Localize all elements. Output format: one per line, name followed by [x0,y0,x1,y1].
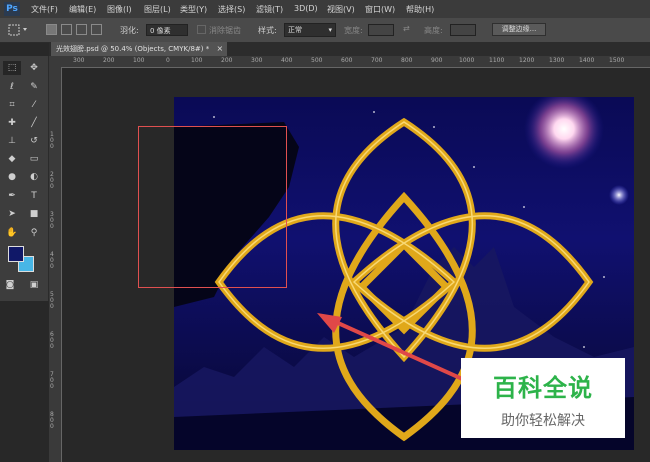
feather-label: 羽化: [120,26,139,35]
blur-icon[interactable]: ● [3,170,21,184]
path-select-icon[interactable]: ➤ [3,207,21,221]
refine-edge-button[interactable]: 调整边缘... [492,23,546,36]
width-label: 宽度: [344,26,363,35]
vertical-ruler[interactable]: 1 0 0 2 0 0 3 0 0 4 0 0 5 0 0 6 0 0 7 0 … [49,67,62,462]
menu-edit[interactable]: 编辑(E) [69,4,96,15]
menu-select[interactable]: 选择(S) [218,4,245,15]
document-tab[interactable]: 光效翅膀.psd @ 50.4% (Objects, CMYK/8#) * × [51,42,228,56]
screen-mode-icon[interactable]: ▣ [25,278,43,292]
menu-help[interactable]: 帮助(H) [406,4,434,15]
ruler-tick: 200 [103,57,115,64]
ruler-tick: 500 [311,57,323,64]
menu-type[interactable]: 类型(Y) [180,4,207,15]
menu-window[interactable]: 窗口(W) [365,4,395,15]
style-select[interactable]: 正常 ▾ [284,23,336,37]
ruler-tick: 200 [221,57,233,64]
watermark-title: 百科全说 [493,374,593,402]
rectangle-icon[interactable]: ■ [25,207,43,221]
height-input[interactable] [450,24,476,36]
ruler-tick: 4 0 0 [50,251,54,270]
ruler-tick: 1300 [549,57,565,64]
feather-input[interactable]: 0 像素 [146,24,188,36]
healing-icon[interactable]: ✚ [3,116,21,130]
ruler-corner [49,56,61,67]
height-label: 高度: [424,26,443,35]
intersect-selection-icon[interactable] [91,24,102,35]
style-select-value: 正常 [288,26,302,34]
antialias-checkbox[interactable] [197,25,206,34]
menu-3d[interactable]: 3D(D) [294,4,318,13]
ruler-tick: 1400 [579,57,595,64]
crop-icon[interactable]: ⌗ [3,98,21,112]
menu-file[interactable]: 文件(F) [31,4,58,15]
ruler-tick: 700 [371,57,383,64]
add-selection-icon[interactable] [61,24,72,35]
style-label: 样式: [258,26,277,35]
selection-marquee[interactable] [138,126,287,288]
ruler-tick: 800 [401,57,413,64]
horizontal-ruler[interactable]: 300 200 100 0 100 200 300 400 500 600 70… [61,56,650,68]
small-glow [609,185,629,205]
dodge-icon[interactable]: ◐ [25,170,43,184]
ruler-tick: 1100 [489,57,505,64]
antialias-label: 消除锯齿 [209,26,241,35]
move-icon[interactable]: ✥ [25,61,43,75]
marquee-icon[interactable]: ⬚ [3,61,21,75]
menu-image[interactable]: 图像(I) [107,4,132,15]
lasso-icon[interactable]: ℓ [3,80,21,94]
close-icon[interactable]: × [217,42,224,56]
menu-view[interactable]: 视图(V) [327,4,355,15]
gradient-icon[interactable]: ▭ [25,152,43,166]
ruler-tick: 7 0 0 [50,371,54,390]
subtract-selection-icon[interactable] [76,24,87,35]
chevron-down-icon: ▾ [328,26,332,34]
ruler-tick: 600 [341,57,353,64]
document-tab-bar: 光效翅膀.psd @ 50.4% (Objects, CMYK/8#) * × [49,42,650,56]
watermark: 百科全说 助你轻松解决 [461,358,625,438]
pen-icon[interactable]: ✒ [3,189,21,203]
ruler-tick: 300 [73,57,85,64]
ruler-tick: 300 [251,57,263,64]
ruler-tick: 100 [133,57,145,64]
ruler-tick: 0 [166,57,170,64]
swap-icon[interactable]: ⇄ [403,24,410,33]
zoom-icon[interactable]: ⚲ [25,226,43,240]
hand-icon[interactable]: ✋ [3,226,21,240]
ruler-tick: 1200 [519,57,535,64]
new-selection-icon[interactable] [46,24,57,35]
quick-select-icon[interactable]: ✎ [25,80,43,94]
brush-icon[interactable]: ╱ [25,116,43,130]
options-bar: 羽化: 0 像素 消除锯齿 样式: 正常 ▾ 宽度: ⇄ 高度: 调整边缘... [0,18,650,43]
ruler-tick: 2 0 0 [50,171,54,190]
ruler-tick: 100 [191,57,203,64]
ruler-tick: 1 0 0 [50,131,54,150]
ruler-tick: 5 0 0 [50,291,54,310]
ruler-tick: 1000 [459,57,475,64]
ps-logo: Ps [4,2,20,16]
ruler-tick: 8 0 0 [50,411,54,430]
clone-stamp-icon[interactable]: ⊥ [3,134,21,148]
ruler-tick: 3 0 0 [50,211,54,230]
ruler-tick: 6 0 0 [50,331,54,350]
history-brush-icon[interactable]: ↺ [25,134,43,148]
document-tab-title: 光效翅膀.psd @ 50.4% (Objects, CMYK/8#) * [56,45,210,53]
tools-panel: ⬚ ✥ ℓ ✎ ⌗ ⁄ ✚ ╱ ⊥ ↺ ◆ ▭ ● ◐ ✒ T ➤ ■ ✋ ⚲ … [0,56,49,301]
eyedropper-icon[interactable]: ⁄ [25,98,43,112]
width-input[interactable] [368,24,394,36]
marquee-preset-icon[interactable] [8,24,30,36]
watermark-subtitle: 助你轻松解决 [501,413,585,429]
menu-bar: Ps 文件(F) 编辑(E) 图像(I) 图层(L) 类型(Y) 选择(S) 滤… [0,0,650,18]
foreground-color-swatch[interactable] [8,246,24,262]
menu-layer[interactable]: 图层(L) [144,4,171,15]
type-icon[interactable]: T [25,189,43,203]
ruler-tick: 1500 [609,57,625,64]
ruler-tick: 400 [281,57,293,64]
menu-filter[interactable]: 滤镜(T) [256,4,283,15]
eraser-icon[interactable]: ◆ [3,152,21,166]
star-glow [524,97,604,169]
quick-mask-icon[interactable]: ◙ [3,278,17,292]
ruler-tick: 900 [431,57,443,64]
